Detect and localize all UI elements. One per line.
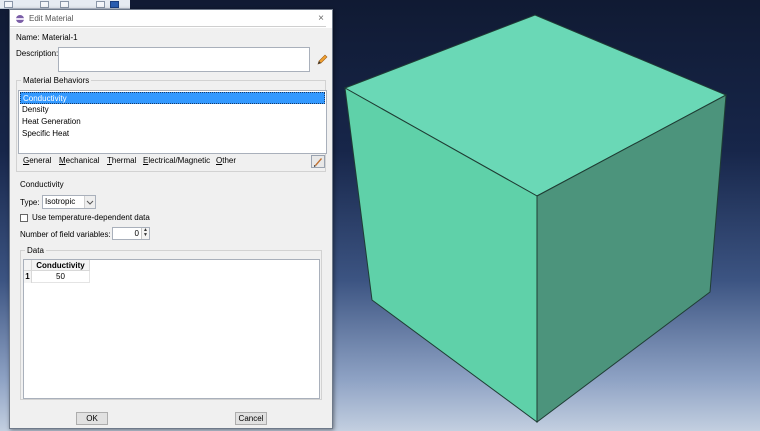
temperature-dependent-label: Use temperature-dependent data: [32, 213, 150, 222]
chevron-down-icon[interactable]: [84, 196, 95, 208]
menu-other[interactable]: Other: [216, 155, 236, 167]
ok-button[interactable]: OK: [76, 412, 108, 425]
table-corner: [24, 260, 32, 271]
pencil-icon[interactable]: [316, 54, 328, 66]
field-variables-label: Number of field variables:: [20, 230, 111, 239]
field-variables-stepper[interactable]: 0 ▲ ▼: [112, 227, 150, 240]
list-item-heat-generation[interactable]: Heat Generation: [20, 116, 325, 128]
menu-mechanical[interactable]: Mechanical: [59, 155, 99, 167]
data-title: Data: [25, 246, 46, 255]
toolbar-strip: [0, 0, 130, 9]
brush-icon: [314, 158, 322, 167]
type-label: Type:: [20, 198, 40, 207]
toolbar-icon[interactable]: [110, 1, 119, 8]
close-icon[interactable]: ×: [315, 12, 327, 25]
data-group: Data Conductivity 1 50: [20, 246, 322, 400]
conductivity-section-label: Conductivity: [20, 180, 64, 189]
menu-thermal[interactable]: Thermal: [107, 155, 136, 167]
type-value: Isotropic: [45, 197, 76, 206]
edit-material-dialog: Edit Material × Name: Material-1 Descrip…: [9, 9, 333, 429]
toolbar-icon[interactable]: [4, 1, 13, 8]
table-cell[interactable]: 50: [32, 271, 90, 283]
type-select[interactable]: Isotropic: [42, 195, 96, 209]
dialog-title: Edit Material: [29, 14, 74, 23]
name-value: Material-1: [42, 33, 78, 42]
material-behaviors-list[interactable]: Conductivity Density Heat Generation Spe…: [18, 90, 327, 154]
name-label: Name:: [16, 33, 40, 42]
cancel-button[interactable]: Cancel: [235, 412, 267, 425]
list-item-specific-heat[interactable]: Specific Heat: [20, 128, 325, 140]
spin-arrows-icon[interactable]: ▲ ▼: [141, 228, 149, 239]
field-variables-value: 0: [134, 229, 139, 238]
row-header: 1: [24, 271, 32, 283]
menu-general[interactable]: General: [23, 155, 51, 167]
description-label: Description:: [16, 49, 59, 58]
column-header-conductivity[interactable]: Conductivity: [32, 260, 90, 271]
list-item-conductivity[interactable]: Conductivity: [20, 92, 325, 104]
temperature-dependent-checkbox[interactable]: [20, 214, 28, 222]
description-field[interactable]: [58, 47, 310, 72]
brush-button[interactable]: [311, 155, 325, 168]
material-icon: [16, 15, 24, 23]
divider: [10, 26, 326, 27]
menu-electrical-magnetic[interactable]: Electrical/Magnetic: [143, 155, 210, 167]
material-behaviors-title: Material Behaviors: [21, 76, 92, 85]
toolbar-icon[interactable]: [60, 1, 69, 8]
toolbar-icon[interactable]: [96, 1, 105, 8]
behavior-menubar: General Mechanical Thermal Electrical/Ma…: [11, 154, 320, 168]
data-table[interactable]: Conductivity 1 50: [23, 259, 320, 399]
toolbar-icon[interactable]: [40, 1, 49, 8]
list-item-density[interactable]: Density: [20, 104, 325, 116]
